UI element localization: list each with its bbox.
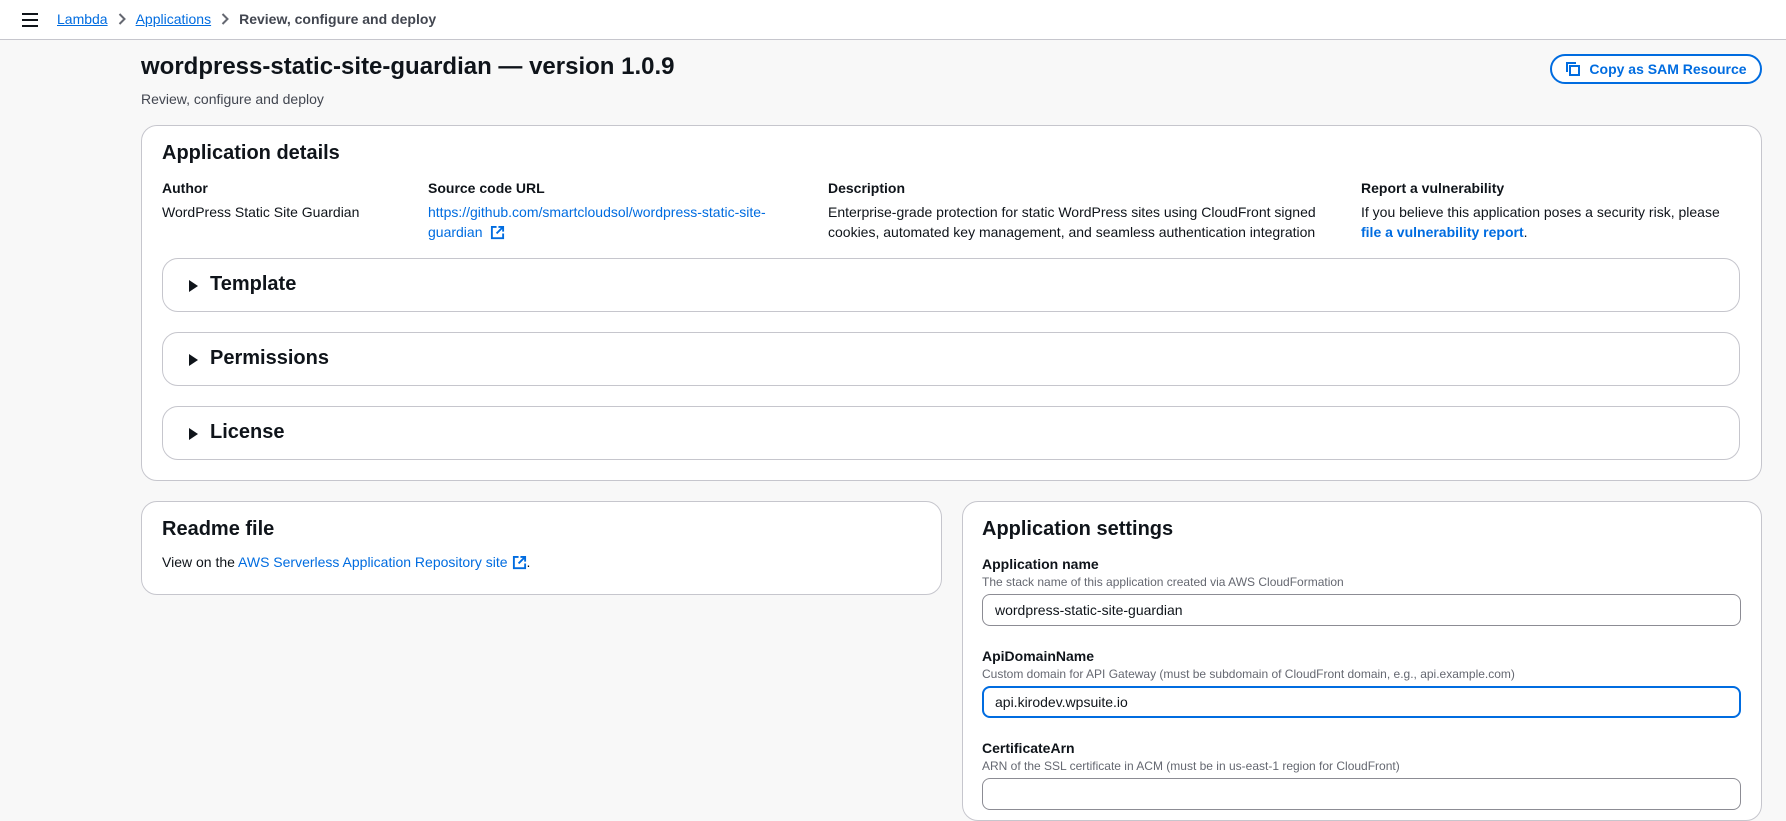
license-section-label: License [210, 421, 285, 443]
chevron-right-icon [108, 13, 136, 25]
template-section-label: Template [210, 273, 297, 295]
copy-icon [1566, 62, 1581, 76]
author-column: Author WordPress Static Site Guardian [162, 178, 402, 222]
report-vulnerability-label: Report a vulnerability [1361, 180, 1505, 196]
application-settings-title: Application settings [982, 518, 1174, 540]
description-column: Description Enterprise-grade protection … [828, 178, 1348, 242]
author-value: WordPress Static Site Guardian [162, 204, 360, 220]
breadcrumb: Lambda Applications Review, configure an… [57, 11, 436, 27]
api-domain-name-input[interactable] [982, 686, 1741, 718]
copy-as-sam-resource-button[interactable]: Copy as SAM Resource [1550, 54, 1762, 84]
application-details-title: Application details [162, 142, 340, 164]
application-name-description: The stack name of this application creat… [982, 575, 1344, 589]
permissions-section-label: Permissions [210, 347, 329, 369]
permissions-section[interactable]: Permissions [162, 332, 1740, 386]
page-title: wordpress-static-site-guardian — version… [141, 53, 675, 80]
external-link-icon [491, 225, 505, 240]
readme-title: Readme file [162, 518, 275, 540]
application-name-label: Application name [982, 556, 1099, 572]
report-vulnerability-text: If you believe this application poses a … [1361, 204, 1720, 220]
readme-card [141, 501, 942, 595]
vulnerability-period: . [1523, 224, 1528, 240]
caret-right-icon [189, 428, 198, 440]
aws-serverless-repo-link-text: AWS Serverless Application Repository si… [238, 554, 508, 570]
chevron-right-icon [211, 13, 239, 25]
caret-right-icon [189, 354, 198, 366]
source-code-link[interactable]: https://github.com/smartcloudsol/wordpre… [428, 204, 766, 240]
menu-icon[interactable] [22, 13, 38, 27]
breadcrumb-applications[interactable]: Applications [136, 11, 212, 27]
external-link-icon [512, 555, 526, 570]
source-code-column: Source code URL https://github.com/smart… [428, 178, 808, 242]
page-subtitle: Review, configure and deploy [141, 91, 324, 107]
caret-right-icon [189, 280, 198, 292]
source-code-url-line2: guardian [428, 224, 483, 240]
breadcrumb-lambda[interactable]: Lambda [57, 11, 108, 27]
source-code-label: Source code URL [428, 180, 545, 196]
certificate-arn-label: CertificateArn [982, 740, 1075, 756]
report-vulnerability-column: Report a vulnerability If you believe th… [1361, 178, 1751, 242]
aws-serverless-repo-link[interactable]: AWS Serverless Application Repository si… [238, 554, 526, 570]
readme-suffix: . [526, 554, 531, 570]
api-domain-name-label: ApiDomainName [982, 648, 1095, 664]
certificate-arn-input[interactable] [982, 778, 1741, 810]
certificate-arn-description: ARN of the SSL certificate in ACM (must … [982, 759, 1400, 773]
readme-text: View on the AWS Serverless Application R… [162, 554, 530, 570]
template-section[interactable]: Template [162, 258, 1740, 312]
license-section[interactable]: License [162, 406, 1740, 460]
application-name-input[interactable] [982, 594, 1741, 626]
author-label: Author [162, 180, 208, 196]
api-domain-name-description: Custom domain for API Gateway (must be s… [982, 667, 1515, 681]
description-label: Description [828, 180, 906, 196]
description-line-2: cookies, automated key management, and s… [828, 224, 1316, 240]
top-navigation-bar: Lambda Applications Review, configure an… [0, 0, 1786, 40]
file-vulnerability-report-link[interactable]: file a vulnerability report [1361, 224, 1524, 240]
copy-as-sam-resource-label: Copy as SAM Resource [1589, 61, 1747, 77]
source-code-url-line1: https://github.com/smartcloudsol/wordpre… [428, 204, 766, 220]
readme-prefix: View on the [162, 554, 239, 570]
breadcrumb-current: Review, configure and deploy [239, 11, 437, 27]
description-line-1: Enterprise-grade protection for static W… [828, 204, 1316, 220]
